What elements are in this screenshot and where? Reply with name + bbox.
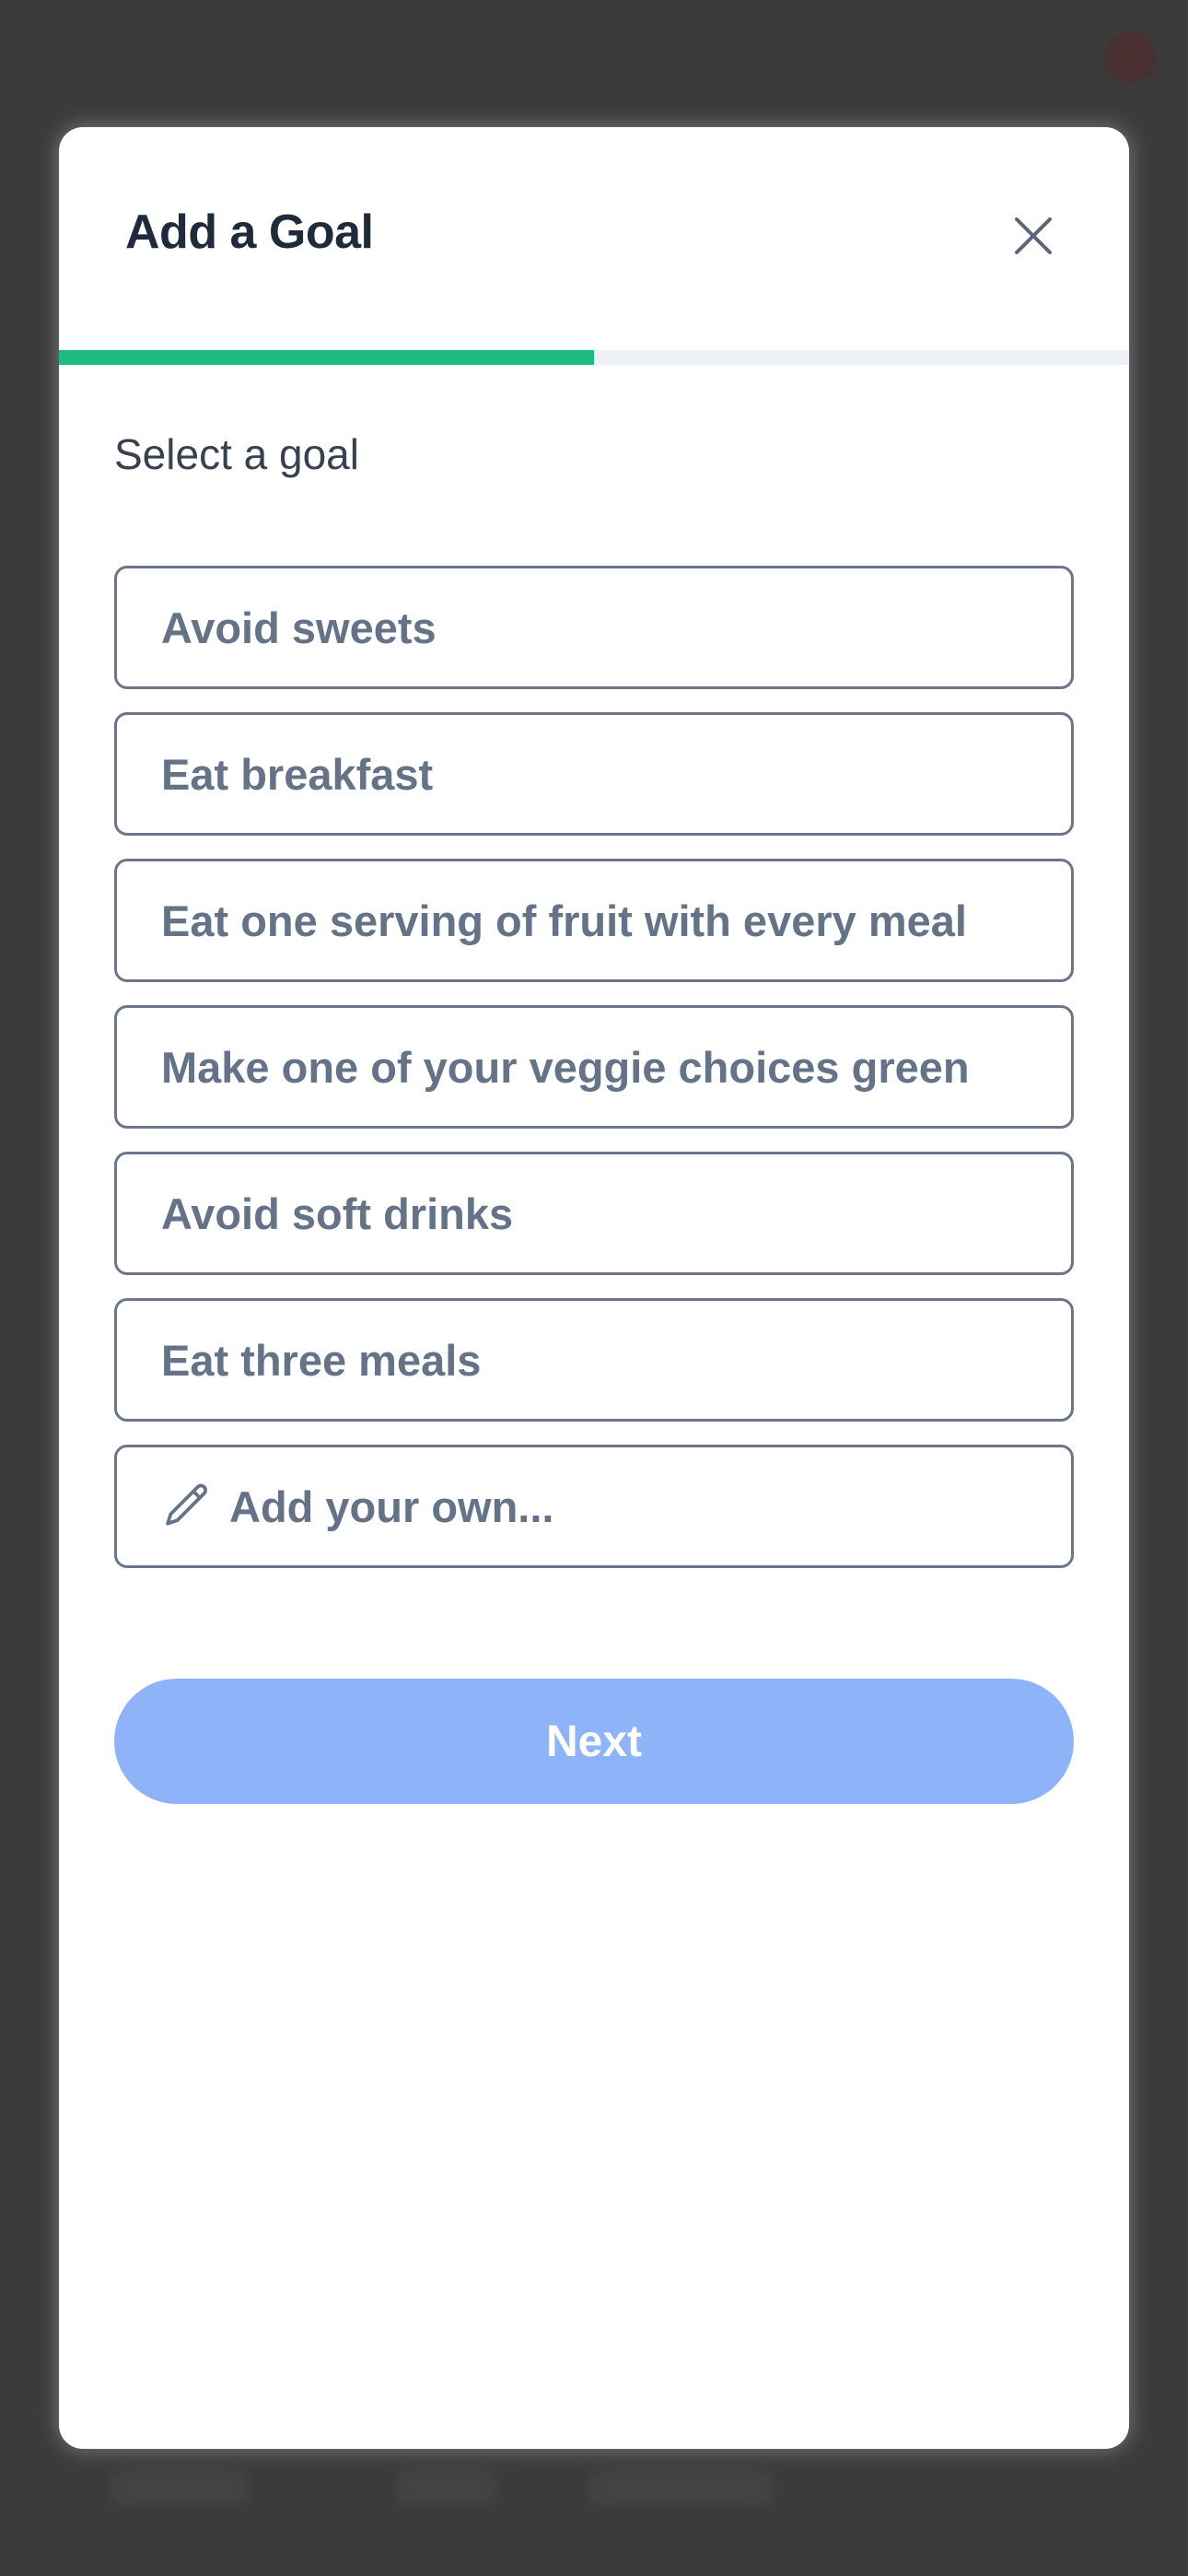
add-own-goal-label: Add your own... <box>229 1481 554 1531</box>
goal-option[interactable]: Eat three meals <box>114 1298 1074 1422</box>
next-button[interactable]: Next <box>114 1679 1074 1804</box>
goal-option-label: Avoid soft drinks <box>161 1188 514 1238</box>
background-notification-dot <box>1105 31 1157 83</box>
background-tab-1 <box>111 2469 249 2506</box>
goal-option[interactable]: Eat breakfast <box>114 712 1074 836</box>
background-tab-3 <box>589 2469 774 2506</box>
pencil-icon <box>161 1481 213 1532</box>
goal-option-label: Eat one serving of fruit with every meal <box>161 896 967 945</box>
goal-option[interactable]: Eat one serving of fruit with every meal <box>114 859 1074 982</box>
goal-option-label: Eat breakfast <box>161 749 434 799</box>
goal-option-label: Make one of your veggie choices green <box>161 1042 970 1092</box>
goal-option-label: Eat three meals <box>161 1335 482 1385</box>
modal-header: Add a Goal <box>59 127 1129 352</box>
goal-option[interactable]: Avoid soft drinks <box>114 1152 1074 1275</box>
goal-option[interactable]: Make one of your veggie choices green <box>114 1005 1074 1129</box>
section-label: Select a goal <box>114 430 359 478</box>
progress-fill <box>59 350 594 365</box>
modal-title: Add a Goal <box>125 205 374 259</box>
goal-option[interactable]: Avoid sweets <box>114 566 1074 689</box>
close-button[interactable] <box>989 192 1077 280</box>
add-own-goal-option[interactable]: Add your own... <box>114 1445 1074 1568</box>
add-goal-modal: Add a Goal Select a goal Avoid sweets Ea… <box>59 127 1129 2449</box>
goal-option-label: Avoid sweets <box>161 603 437 652</box>
progress-bar <box>59 350 1129 365</box>
close-icon <box>1015 217 1052 254</box>
goal-options-list: Avoid sweets Eat breakfast Eat one servi… <box>114 566 1074 1591</box>
background-tab-2 <box>396 2469 497 2506</box>
next-button-label: Next <box>545 1716 643 1766</box>
